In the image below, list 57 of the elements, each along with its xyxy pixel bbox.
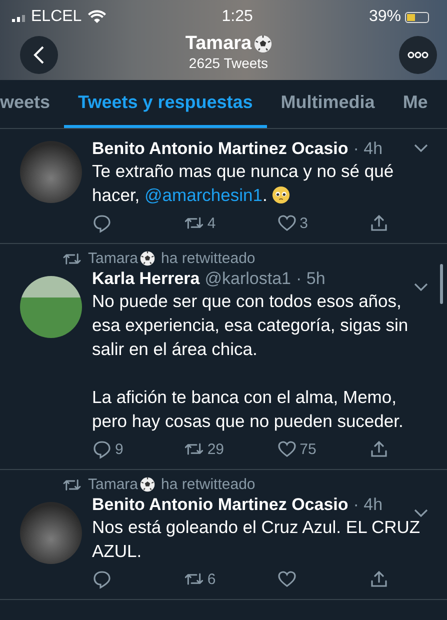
clock-time: 1:25: [222, 8, 253, 26]
tweet-text: La afición te banca con el alma, Memo, pero hay cosas que no pueden suceder.: [92, 386, 404, 433]
share-icon[interactable]: [368, 213, 389, 233]
author-name: Benito Antonio Martinez Ocasio: [92, 495, 348, 515]
share-icon[interactable]: [368, 439, 389, 459]
heart-icon[interactable]: [276, 213, 297, 233]
like-count: 3: [300, 214, 308, 232]
author-handle: @karlosta1: [204, 269, 291, 289]
retweet-icon: [62, 476, 82, 492]
more-button[interactable]: [399, 36, 437, 74]
retweet-count: 4: [207, 214, 216, 232]
retweet-icon: [62, 250, 82, 266]
tweet-time: · 4h: [353, 495, 383, 515]
retweeter-name: Tamara: [88, 476, 138, 493]
heart-icon[interactable]: [276, 569, 297, 589]
profile-tab[interactable]: Multimedia: [266, 80, 389, 128]
share-icon[interactable]: [368, 569, 389, 589]
heart-icon[interactable]: [276, 439, 297, 459]
carrier-name: ELCEL: [31, 8, 82, 26]
mention-link[interactable]: @amarchesin1: [144, 185, 263, 205]
signal-icon: [12, 12, 25, 22]
retweet-count: 29: [207, 440, 224, 458]
soccer-ball-icon: [254, 35, 272, 53]
chevron-down-icon[interactable]: [413, 282, 429, 292]
profile-tab[interactable]: weets: [0, 80, 64, 128]
retweeter-name: Tamara: [88, 250, 138, 267]
reply-count: 9: [115, 440, 124, 458]
battery-icon: [405, 12, 429, 22]
author-name: Benito Antonio Martinez Ocasio: [92, 139, 348, 159]
tweet-count: 2625 Tweets: [188, 55, 268, 71]
pleading-face-icon: [272, 186, 290, 204]
battery-percent: 39%: [368, 8, 401, 26]
retweet-count: 6: [207, 570, 216, 588]
tweet-text: Nos está goleando el Cruz Azul. EL CRUZ AZUL.: [92, 516, 422, 563]
author-name: Karla Herrera: [92, 269, 200, 289]
tweet-text: Te extraño mas que nunca y no sé qué hacer, @amarchesin1.: [92, 160, 395, 207]
chevron-down-icon[interactable]: [413, 143, 429, 153]
reply-icon[interactable]: [92, 439, 112, 459]
like-count: 75: [300, 440, 316, 458]
more-icon: [407, 51, 429, 59]
tweet-card[interactable]: Tamara ha retwitteado Benito Antonio Martinez Ocasio · 4h Nos está goleando el Cruz Azul. EL CRUZ AZUL. 6: [0, 470, 447, 600]
retweet-label: ha retwitteado: [161, 476, 256, 493]
profile-name: Tamara: [185, 33, 252, 55]
wifi-icon: [88, 10, 106, 24]
back-button[interactable]: [20, 36, 58, 74]
tweet-text: No puede ser que con todos esos años, esa experiencia, esa categoría, sigas sin salir en el área chica.: [92, 290, 410, 361]
soccer-ball-icon: [140, 477, 156, 492]
chevron-left-icon: [32, 45, 46, 65]
reply-icon[interactable]: [92, 569, 112, 589]
soccer-ball-icon: [140, 251, 156, 266]
tweet-time: · 5h: [296, 269, 326, 289]
profile-tab[interactable]: Tweets y respuestas: [64, 80, 267, 128]
retweet-label: ha retwitteado: [161, 250, 256, 267]
profile-tab[interactable]: Me: [388, 80, 442, 128]
reply-icon[interactable]: [92, 213, 112, 233]
chevron-down-icon[interactable]: [413, 508, 429, 518]
tweet-time: · 4h: [353, 139, 383, 159]
